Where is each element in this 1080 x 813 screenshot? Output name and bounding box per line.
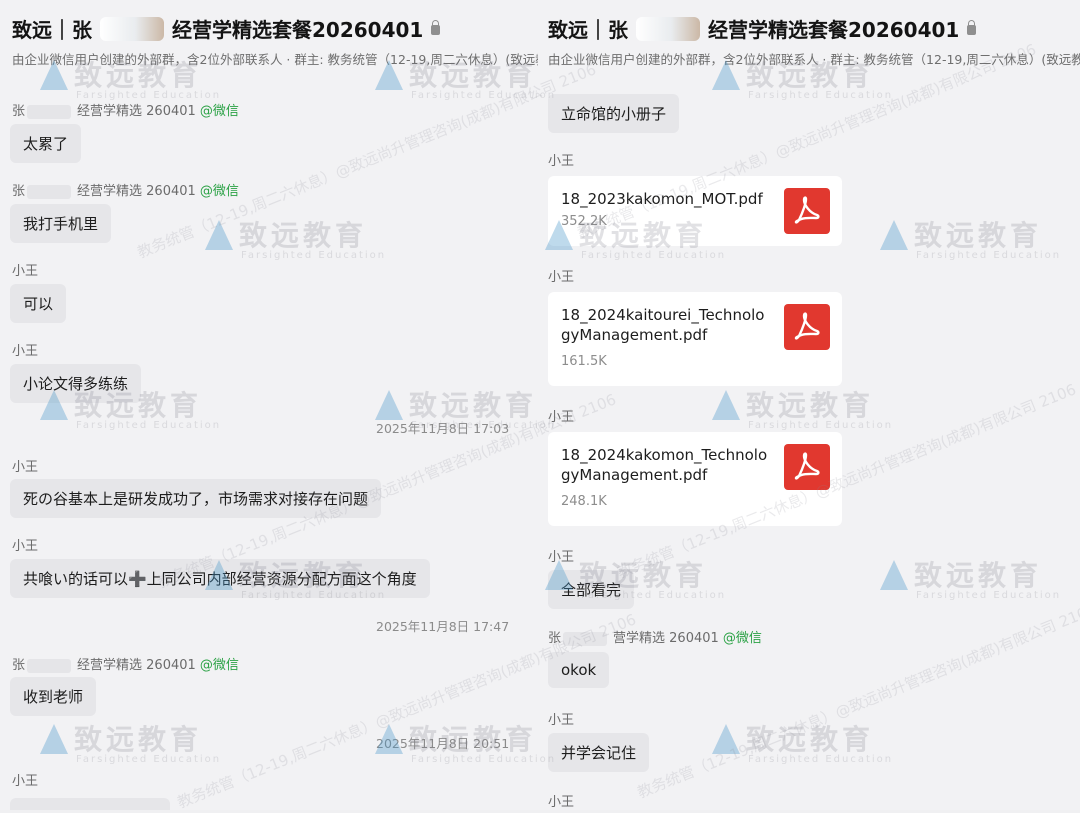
- message-sender: 小王: [548, 154, 575, 169]
- chat-header: 致远｜张 经营学精选套餐20260401 由企业微信用户创建的外部群，含2位外部…: [12, 14, 538, 68]
- file-attachment[interactable]: 18_2023kakomon_MOT.pdf 352.2K: [548, 176, 842, 246]
- redacted-name: [636, 16, 700, 41]
- message-bubble[interactable]: 太累了: [10, 124, 82, 163]
- chat-panel-right: 致远｜张 经营学精选套餐20260401 由企业微信用户创建的外部群，含2位外部…: [538, 0, 1080, 810]
- file-size: 248.1K: [561, 494, 607, 509]
- pdf-file-icon: [784, 304, 830, 350]
- chat-title-prefix: 致远｜张: [548, 18, 628, 42]
- file-name: 18_2024kakomon_TechnologyManagement.pdf: [561, 446, 768, 484]
- file-attachment[interactable]: 18_2024kaitourei_TechnologyManagement.pd…: [548, 292, 842, 386]
- message-sender: 张经营学精选 260401 @微信: [12, 104, 239, 119]
- wechat-tag: @微信: [722, 631, 762, 646]
- chat-header: 致远｜张 经营学精选套餐20260401 由企业微信用户创建的外部群，含2位外部…: [548, 14, 1080, 68]
- message-bubble[interactable]: 并学会记住: [548, 733, 650, 772]
- message-bubble[interactable]: okok: [548, 652, 610, 688]
- message-sender: 小王: [12, 344, 39, 359]
- redacted-name: [100, 16, 164, 41]
- chat-subtitle: 由企业微信用户创建的外部群，含2位外部联系人 · 群主: 教务统管（12-19,…: [548, 52, 1080, 67]
- message-sender: 小王: [548, 550, 575, 565]
- message-bubble[interactable]: 小论文得多练练: [10, 364, 142, 403]
- message-bubble[interactable]: 死の谷基本上是研发成功了，市场需求对接存在问题: [10, 479, 382, 518]
- message-bubble[interactable]: 收到老师: [10, 677, 97, 716]
- message-bubble[interactable]: 可以: [10, 284, 67, 323]
- chat-title-suffix: 经营学精选套餐20260401: [172, 18, 424, 42]
- chat-title[interactable]: 致远｜张 经营学精选套餐20260401: [12, 14, 538, 43]
- message-sender: 小王: [12, 264, 39, 279]
- message-bubble[interactable]: 全部看完: [548, 570, 635, 609]
- message-sender: 小王: [548, 713, 575, 728]
- file-attachment[interactable]: 18_2024kakomon_TechnologyManagement.pdf …: [548, 432, 842, 526]
- file-size: 352.2K: [561, 214, 607, 229]
- timestamp: 2025年11月8日 17:03: [376, 421, 510, 436]
- wechat-tag: @微信: [199, 184, 239, 199]
- chat-panel-left: 致远｜张 经营学精选套餐20260401 由企业微信用户创建的外部群，含2位外部…: [0, 0, 538, 810]
- file-name: 18_2024kaitourei_TechnologyManagement.pd…: [561, 306, 765, 344]
- message-sender: 小王: [548, 410, 575, 425]
- message-sender: 小王: [12, 460, 39, 475]
- chat-title[interactable]: 致远｜张 经营学精选套餐20260401: [548, 14, 1078, 43]
- pdf-file-icon: [784, 444, 830, 490]
- wechat-tag: @微信: [199, 658, 239, 673]
- timestamp: 2025年11月8日 17:47: [376, 619, 510, 634]
- message-bubble[interactable]: 立命馆的小册子: [548, 94, 680, 133]
- lock-icon: [431, 19, 441, 35]
- message-sender: 小王: [548, 270, 575, 285]
- message-sender: 张经营学精选 260401 @微信: [12, 184, 239, 199]
- message-bubble[interactable]: 共喰い的话可以➕上同公司内部经营资源分配方面这个角度: [10, 559, 430, 598]
- message-bubble[interactable]: 我打手机里: [10, 204, 112, 243]
- file-size: 161.5K: [561, 354, 607, 369]
- lock-icon: [967, 19, 977, 35]
- chat-title-suffix: 经营学精选套餐20260401: [708, 18, 960, 42]
- chat-subtitle: 由企业微信用户创建的外部群，含2位外部联系人 · 群主: 教务统管（12-19,…: [12, 52, 538, 67]
- pdf-file-icon: [784, 188, 830, 234]
- chat-title-prefix: 致远｜张: [12, 18, 92, 42]
- wechat-tag: @微信: [199, 104, 239, 119]
- timestamp: 2025年11月8日 20:51: [376, 736, 510, 751]
- file-name: 18_2023kakomon_MOT.pdf: [561, 190, 763, 208]
- message-sender: 张营学精选 260401 @微信: [548, 631, 762, 646]
- message-sender: 小王: [12, 774, 39, 789]
- message-sender: 张经营学精选 260401 @微信: [12, 658, 239, 673]
- message-sender: 小王: [548, 795, 575, 810]
- partial-message-bubble[interactable]: [10, 798, 170, 810]
- message-sender: 小王: [12, 539, 39, 554]
